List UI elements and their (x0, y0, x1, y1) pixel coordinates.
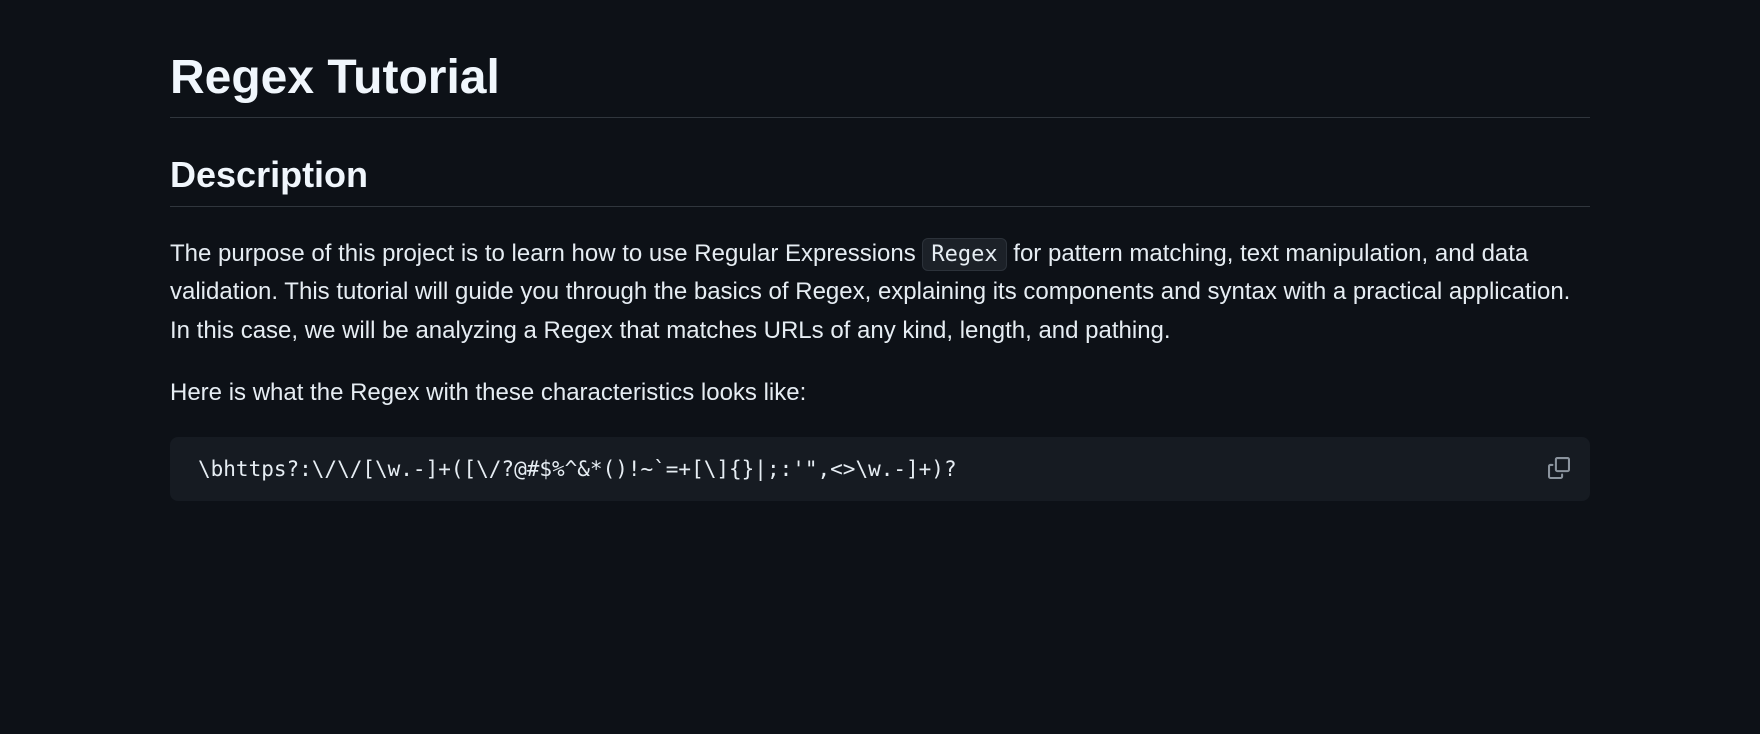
paragraph-text-pre: The purpose of this project is to learn … (170, 240, 922, 267)
description-paragraph-1: The purpose of this project is to learn … (170, 235, 1590, 350)
document-container: Regex Tutorial Description The purpose o… (110, 50, 1650, 501)
inline-code-regex: Regex (922, 238, 1006, 271)
code-block: \bhttps?:\/\/[\w.-]+([\/?@#$%^&*()!~`=+[… (170, 437, 1590, 501)
description-paragraph-2: Here is what the Regex with these charac… (170, 374, 1590, 412)
copy-icon (1548, 457, 1570, 479)
section-title-description: Description (170, 154, 1590, 207)
regex-code: \bhttps?:\/\/[\w.-]+([\/?@#$%^&*()!~`=+[… (198, 457, 1562, 481)
page-title: Regex Tutorial (170, 50, 1590, 118)
copy-button[interactable] (1542, 451, 1576, 485)
